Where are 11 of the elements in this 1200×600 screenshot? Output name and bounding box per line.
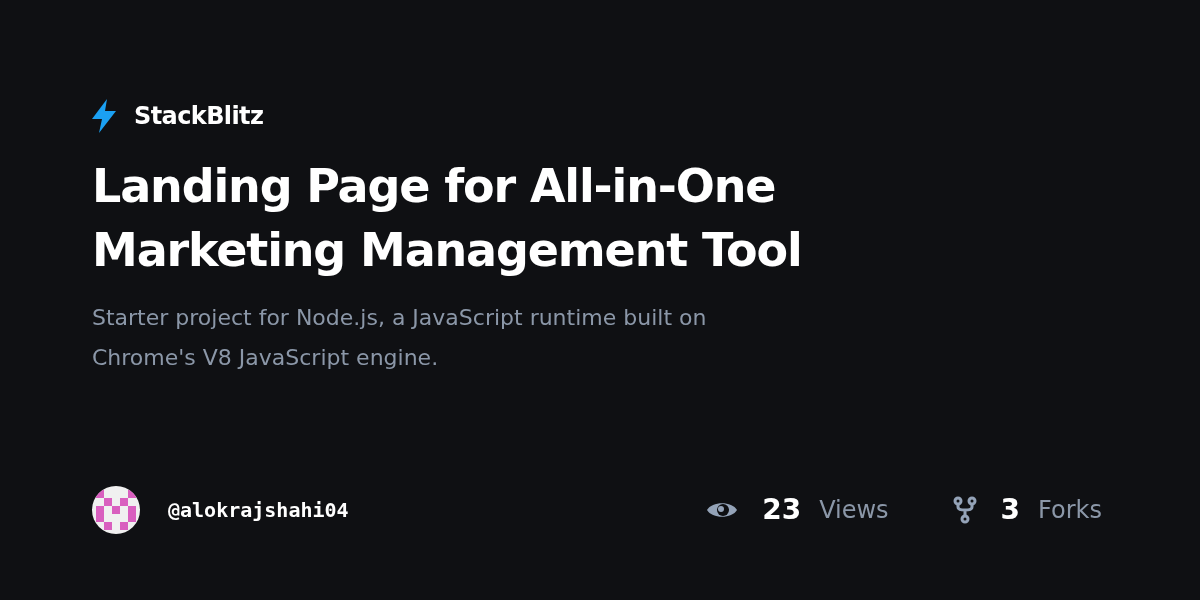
stat-label: Views	[819, 495, 889, 526]
brand-name: StackBlitz	[134, 101, 264, 132]
author-username: @alokrajshahi04	[168, 497, 349, 524]
project-description: Starter project for Node.js, a JavaScript runtime built on Chrome's V8 JavaScript engine.	[92, 304, 708, 372]
fork-icon	[952, 496, 977, 524]
lightning-bolt-icon	[92, 99, 116, 133]
stat-count: 3	[1000, 492, 1021, 528]
stat-label: Forks	[1038, 495, 1102, 526]
avatar-icon	[92, 486, 140, 534]
stat-count: 23	[762, 492, 802, 528]
project-title: Landing Page for All-in-One Marketing Management Tool	[92, 158, 803, 279]
